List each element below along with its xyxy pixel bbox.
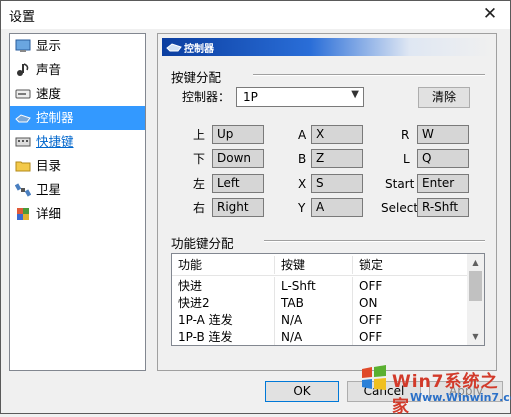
shortcut-icon — [15, 137, 31, 147]
clear-button[interactable]: 清除 — [418, 87, 470, 108]
scroll-up-icon[interactable]: ▲ — [467, 254, 484, 271]
function-key-table: 功能 按键 锁定 快进 L-Shft OFF 快进2 TAB ON 1P-A 连… — [171, 253, 485, 346]
table-cell: OFF — [352, 328, 468, 345]
sidebar-item-sound[interactable]: 声音 — [10, 58, 145, 82]
sidebar-item-label: 详细 — [36, 206, 62, 221]
sidebar-item-speed[interactable]: 速度 — [10, 82, 145, 106]
key-field-select[interactable]: R-Shft — [417, 198, 469, 217]
key-field-start[interactable]: Enter — [417, 174, 469, 193]
key-field-b[interactable]: Z — [311, 149, 363, 168]
key-label-select: Select — [381, 201, 419, 215]
key-field-right[interactable]: Right — [212, 198, 264, 217]
table-cell: 快进 — [178, 279, 203, 293]
column-header-key[interactable]: 按键 — [274, 256, 352, 274]
key-label-r: R — [401, 128, 410, 142]
section-divider — [264, 240, 485, 242]
table-cell: 快进2 — [178, 296, 210, 310]
key-field-r[interactable]: W — [417, 125, 469, 144]
sidebar-item-display[interactable]: 显示 — [10, 34, 145, 58]
controller-icon — [15, 114, 31, 123]
sidebar-item-details[interactable]: 详细 — [10, 202, 145, 226]
key-field-down[interactable]: Down — [212, 149, 264, 168]
sidebar-item-controller[interactable]: 控制器 — [10, 106, 145, 130]
controller-icon — [166, 43, 182, 52]
watermark: Win7系统之家 Www.Winwin7.com — [356, 363, 511, 417]
key-field-up[interactable]: Up — [212, 125, 264, 144]
table-cell: N/A — [274, 311, 352, 329]
panel-header-title: 控制器 — [184, 44, 214, 55]
key-field-y[interactable]: A — [311, 198, 363, 217]
table-header: 功能 按键 锁定 — [172, 256, 468, 274]
sidebar-item-label: 卫星 — [36, 182, 62, 197]
ok-button[interactable]: OK — [265, 381, 339, 402]
key-label-x: X — [298, 177, 307, 191]
key-label-y: Y — [298, 201, 306, 215]
windows-logo-icon — [362, 365, 386, 390]
title-bar: 设置 ✕ — [1, 1, 510, 29]
sidebar-item-directory[interactable]: 目录 — [10, 154, 145, 178]
scroll-down-icon[interactable]: ▼ — [467, 328, 484, 345]
sidebar-item-label: 速度 — [36, 86, 62, 101]
settings-category-list: 显示 声音 速度 控制器 快捷键 目录 卫星 详细 — [9, 33, 146, 371]
sidebar-item-label: 声音 — [36, 62, 62, 77]
folder-icon — [15, 161, 31, 172]
controller-select[interactable]: 1P ▼ — [236, 87, 364, 107]
key-label-b: B — [298, 152, 307, 166]
sidebar-item-label: 控制器 — [36, 110, 74, 125]
key-field-left[interactable]: Left — [212, 174, 264, 193]
key-field-x[interactable]: S — [311, 174, 363, 193]
table-cell: OFF — [352, 311, 468, 329]
function-key-title: 功能键分配 — [171, 236, 234, 251]
table-row[interactable]: 快进2 TAB ON — [172, 294, 468, 312]
key-label-down: 下 — [193, 152, 206, 166]
table-scrollbar[interactable]: ▲ ▼ — [467, 254, 484, 345]
table-row[interactable]: 快进 L-Shft OFF — [172, 277, 468, 295]
sidebar-item-shortcut[interactable]: 快捷键 — [10, 130, 145, 154]
details-icon — [17, 208, 29, 220]
display-icon — [15, 39, 31, 52]
table-row[interactable]: 1P-A 连发 N/A OFF — [172, 311, 468, 329]
section-divider — [253, 74, 485, 76]
table-cell: TAB — [274, 294, 352, 312]
sound-icon — [17, 63, 29, 76]
sidebar-item-satellite[interactable]: 卫星 — [10, 178, 145, 202]
table-cell: 1P-A 连发 — [178, 313, 233, 327]
table-divider — [172, 275, 468, 276]
key-label-up: 上 — [193, 128, 206, 142]
table-cell: ON — [352, 294, 468, 312]
table-cell: 1P-B 连发 — [178, 330, 233, 344]
key-label-left: 左 — [193, 177, 206, 191]
key-label-right: 右 — [193, 201, 206, 215]
sidebar-item-label: 显示 — [36, 38, 62, 53]
controller-label: 控制器： — [182, 90, 231, 104]
table-row[interactable]: 1P-B 连发 N/A OFF — [172, 328, 468, 345]
table-cell: OFF — [352, 277, 468, 295]
table-cell: L-Shft — [274, 277, 352, 295]
table-cell: N/A — [274, 328, 352, 345]
controller-select-value: 1P — [243, 90, 258, 104]
close-icon[interactable]: ✕ — [480, 4, 500, 24]
key-label-start: Start — [385, 177, 415, 191]
column-header-function[interactable]: 功能 — [172, 256, 274, 274]
watermark-url: Www.Winwin7.com — [410, 391, 511, 404]
panel-header: 控制器 — [162, 38, 492, 56]
window-title: 设置 — [9, 10, 36, 25]
key-label-a: A — [298, 128, 307, 142]
sidebar-item-label: 快捷键 — [36, 134, 74, 149]
key-label-l: L — [403, 152, 410, 166]
chevron-down-icon: ▼ — [351, 89, 359, 100]
scrollbar-thumb[interactable] — [469, 271, 482, 301]
satellite-icon — [15, 183, 31, 197]
column-header-lock[interactable]: 锁定 — [352, 256, 468, 274]
key-field-l[interactable]: Q — [417, 149, 469, 168]
key-field-a[interactable]: X — [311, 125, 363, 144]
sidebar-item-label: 目录 — [36, 158, 62, 173]
speed-icon — [15, 89, 31, 99]
key-assign-title: 按键分配 — [171, 70, 222, 85]
